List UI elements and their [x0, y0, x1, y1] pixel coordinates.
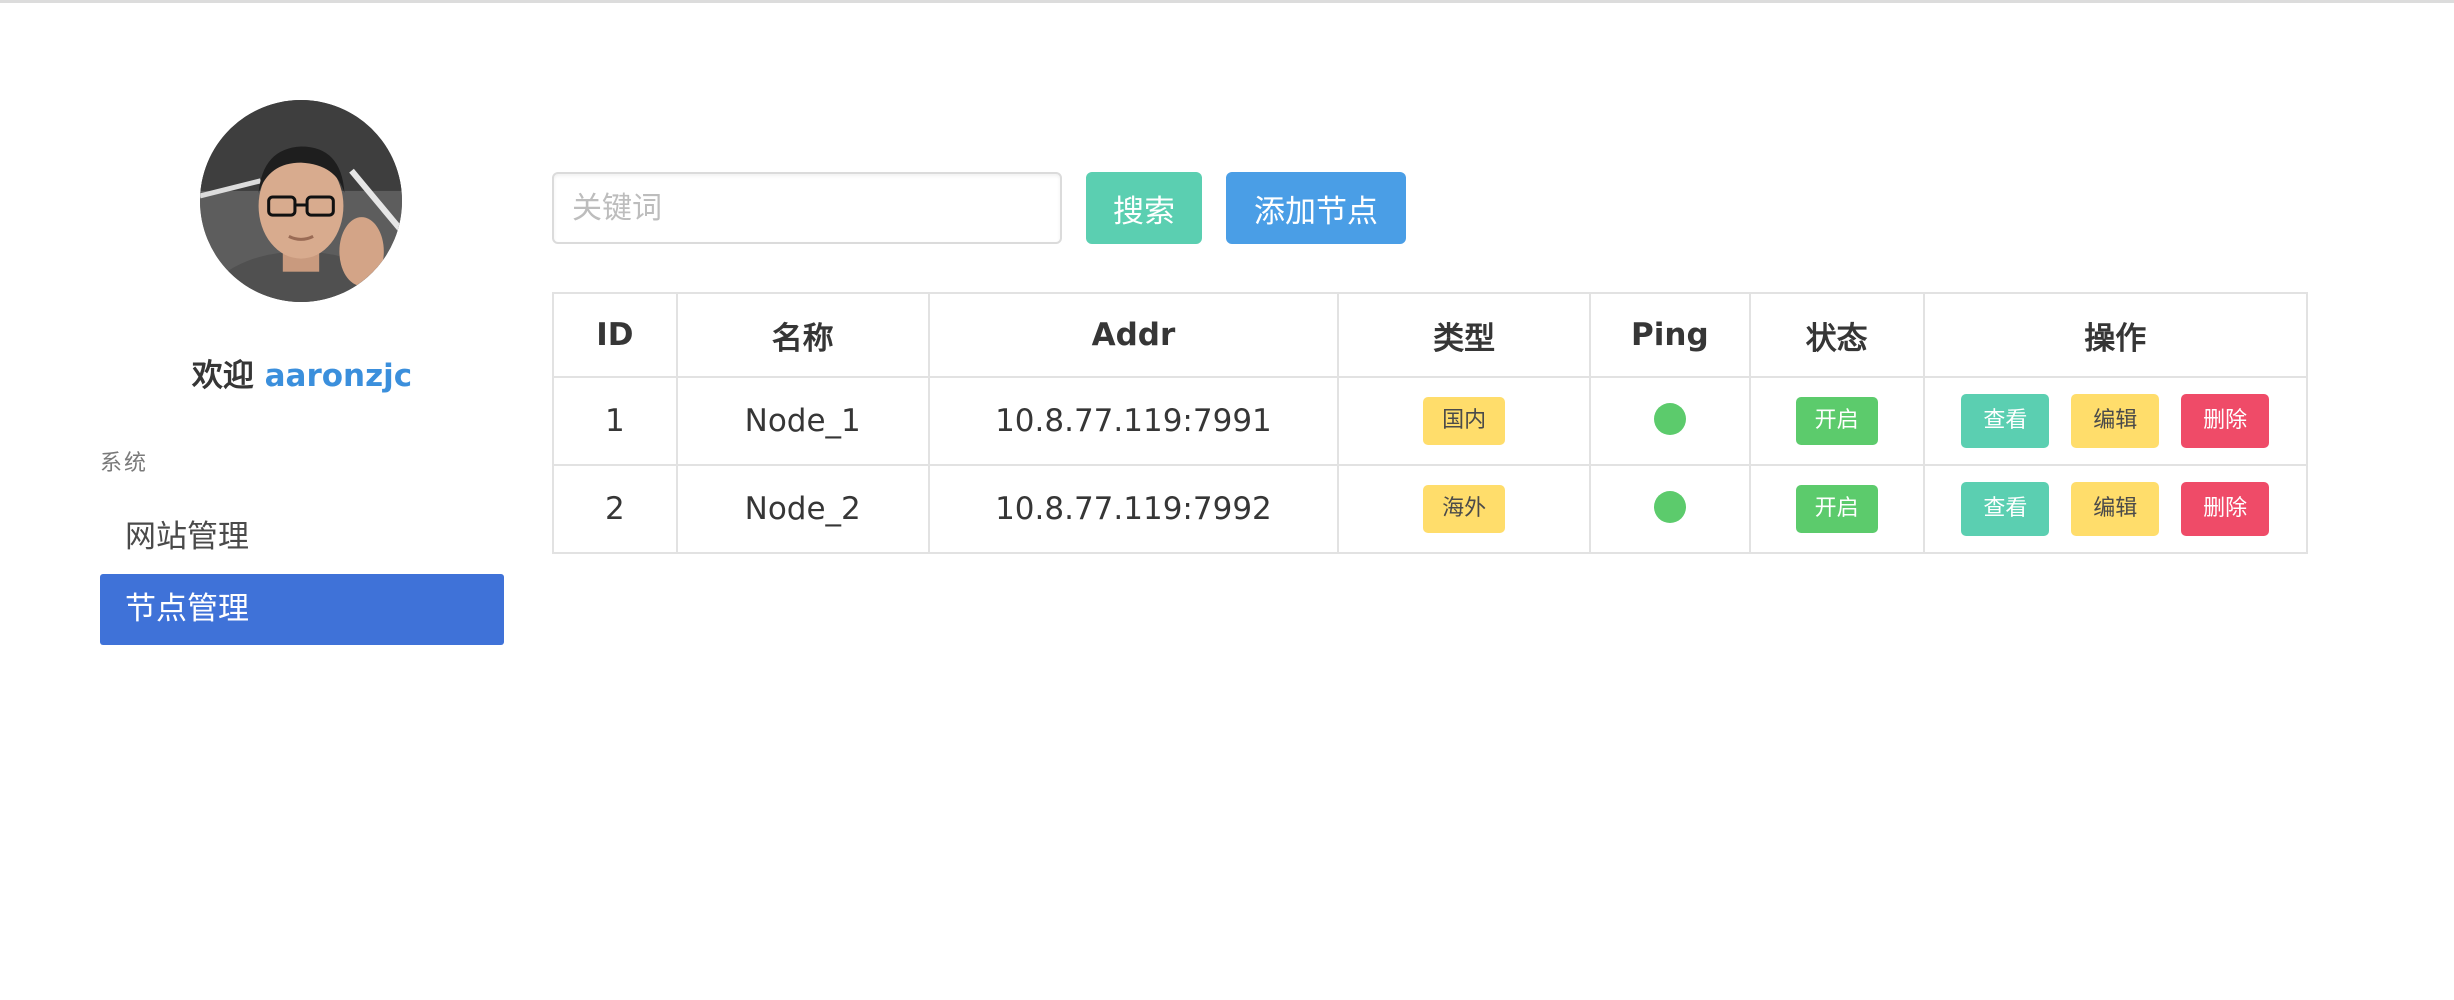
table-header-row: ID 名称 Addr 类型 Ping 状态 操作 [552, 292, 2309, 378]
status-badge: 开启 [1795, 397, 1878, 445]
cell-status: 开启 [1748, 464, 1925, 554]
sidebar-item-label: 节点管理 [125, 591, 249, 627]
table-row: 1 Node_1 10.8.77.119:7991 国内 开启 查看 编辑 删除 [552, 376, 2309, 466]
sidebar-item-label: 网站管理 [125, 519, 249, 555]
cell-type: 海外 [1337, 464, 1591, 554]
table-row: 2 Node_2 10.8.77.119:7992 海外 开启 查看 编辑 删除 [552, 464, 2309, 554]
delete-button[interactable]: 删除 [2181, 482, 2270, 536]
type-badge: 国内 [1423, 397, 1506, 445]
column-header-addr: Addr [927, 292, 1340, 378]
search-input[interactable] [552, 172, 1062, 244]
cell-name: Node_1 [675, 376, 930, 466]
cell-type: 国内 [1337, 376, 1591, 466]
avatar-image [200, 100, 402, 302]
column-header-ping: Ping [1588, 292, 1751, 378]
column-header-type: 类型 [1337, 292, 1591, 378]
column-header-actions: 操作 [1922, 292, 2309, 378]
cell-id: 2 [552, 464, 678, 554]
cell-name: Node_2 [675, 464, 930, 554]
cell-id: 1 [552, 376, 678, 466]
top-border [0, 0, 2454, 3]
view-button[interactable]: 查看 [1961, 482, 2050, 536]
cell-status: 开启 [1748, 376, 1925, 466]
welcome-message: 欢迎 aaronzjc [100, 350, 504, 395]
sidebar-item-node-management[interactable]: 节点管理 [100, 574, 504, 645]
cell-ping [1588, 376, 1751, 466]
ping-status-dot-icon [1653, 402, 1686, 435]
avatar [200, 100, 402, 302]
column-header-name: 名称 [675, 292, 930, 378]
menu-section-label: 系统 [100, 451, 149, 476]
delete-button[interactable]: 删除 [2181, 394, 2270, 448]
cell-actions: 查看 编辑 删除 [1922, 464, 2309, 554]
edit-button[interactable]: 编辑 [2071, 482, 2160, 536]
status-badge: 开启 [1795, 485, 1878, 533]
cell-addr: 10.8.77.119:7992 [927, 464, 1340, 554]
welcome-prefix: 欢迎 [191, 358, 254, 394]
username-link[interactable]: aaronzjc [265, 358, 413, 394]
cell-ping [1588, 464, 1751, 554]
edit-button[interactable]: 编辑 [2071, 394, 2160, 448]
cell-actions: 查看 编辑 删除 [1922, 376, 2309, 466]
type-badge: 海外 [1423, 485, 1506, 533]
search-button[interactable]: 搜索 [1086, 172, 1202, 244]
ping-status-dot-icon [1653, 490, 1686, 523]
add-node-button[interactable]: 添加节点 [1226, 172, 1406, 244]
view-button[interactable]: 查看 [1961, 394, 2050, 448]
column-header-status: 状态 [1748, 292, 1925, 378]
column-header-id: ID [552, 292, 678, 378]
cell-addr: 10.8.77.119:7991 [927, 376, 1340, 466]
nodes-table: ID 名称 Addr 类型 Ping 状态 操作 1 Node_1 10.8.7… [552, 292, 2309, 554]
sidebar-item-site-management[interactable]: 网站管理 [100, 502, 504, 573]
